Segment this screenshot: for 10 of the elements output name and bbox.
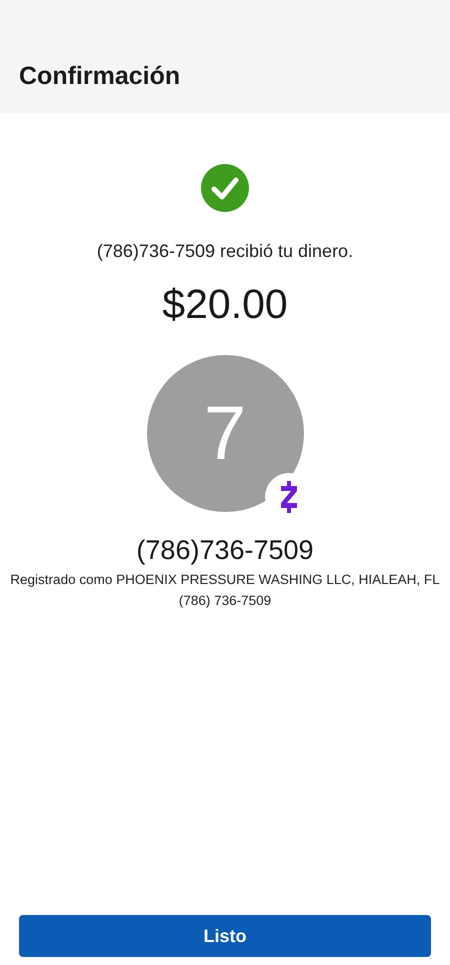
confirmation-message: (786)736-7509 recibió tu dinero. <box>96 240 354 263</box>
recipient-phone: (786) 736-7509 <box>178 592 272 610</box>
amount: $20.00 <box>162 280 288 329</box>
registered-name: Registrado como PHOENIX PRESSURE WASHING LLC, HIALEAH, FL <box>9 571 441 589</box>
recipient-name: (786)736-7509 <box>136 534 314 566</box>
z-logo-icon <box>278 481 298 513</box>
page-title: Confirmación <box>19 60 180 92</box>
avatar: 7 <box>146 355 304 512</box>
check-icon <box>201 164 249 212</box>
done-button[interactable]: Listo <box>19 915 431 957</box>
